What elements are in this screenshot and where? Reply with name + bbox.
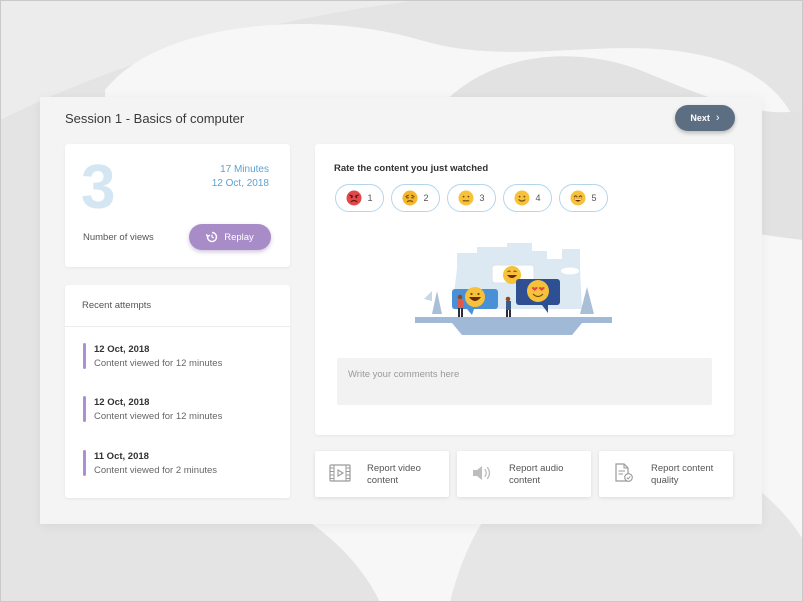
feedback-illustration: [415, 243, 612, 335]
rating-option-2[interactable]: 2: [391, 184, 440, 212]
views-panel: 3 17 Minutes 12 Oct, 2018 Number of view…: [65, 144, 290, 267]
rating-value: 1: [367, 193, 373, 203]
watch-date: 12 Oct, 2018: [211, 178, 269, 189]
attempt-marker: [83, 396, 86, 422]
report-quality-label: Report content quality: [651, 463, 714, 486]
report-video-button[interactable]: Report video content: [315, 451, 449, 497]
recent-attempts-header: Recent attempts: [65, 285, 290, 327]
grin-face-icon: [570, 190, 586, 206]
attempt-date: 11 Oct, 2018: [94, 451, 149, 462]
attempt-marker: [83, 343, 86, 369]
rating-value: 2: [423, 193, 429, 203]
attempt-date: 12 Oct, 2018: [94, 344, 150, 355]
rating-options: 1 2 3 4 5: [335, 184, 608, 212]
neutral-face-icon: [458, 190, 474, 206]
views-meta: 17 Minutes 12 Oct, 2018: [212, 163, 269, 191]
recent-attempts-panel: Recent attempts 12 Oct, 2018 Content vie…: [65, 285, 290, 498]
rating-title: Rate the content you just watched: [334, 163, 489, 174]
film-icon: [329, 464, 351, 482]
report-quality-button[interactable]: Report content quality: [599, 451, 733, 497]
watch-duration: 17 Minutes: [220, 164, 269, 175]
attempt-desc: Content viewed for 2 minutes: [94, 465, 218, 476]
session-card: Session 1 - Basics of computer Next › 3 …: [40, 97, 762, 524]
comment-placeholder: Write your comments here: [348, 369, 460, 380]
chevron-right-icon: ›: [715, 112, 720, 124]
rating-option-5[interactable]: 5: [559, 184, 608, 212]
document-check-icon: [615, 463, 633, 482]
rating-value: 4: [535, 193, 541, 203]
report-audio-button[interactable]: Report audio content: [457, 451, 591, 497]
report-audio-label: Report audio content: [509, 463, 564, 486]
comment-input[interactable]: Write your comments here: [337, 358, 712, 405]
next-button[interactable]: Next ›: [675, 105, 735, 131]
slight-smile-face-icon: [514, 190, 530, 206]
rating-value: 5: [591, 193, 597, 203]
attempt-marker: [83, 450, 86, 476]
speaker-icon: [473, 466, 491, 480]
angry-face-icon: [346, 190, 362, 206]
rating-option-4[interactable]: 4: [503, 184, 552, 212]
rating-option-3[interactable]: 3: [447, 184, 496, 212]
replay-button[interactable]: Replay: [189, 224, 271, 250]
rating-option-1[interactable]: 1: [335, 184, 384, 212]
replay-icon: [206, 231, 218, 243]
attempt-date: 12 Oct, 2018: [94, 397, 150, 408]
replay-button-label: Replay: [224, 231, 254, 243]
attempt-desc: Content viewed for 12 minutes: [94, 411, 223, 422]
views-label: Number of views: [83, 232, 154, 243]
attempt-desc: Content viewed for 12 minutes: [94, 358, 223, 369]
next-button-label: Next: [690, 113, 710, 123]
views-count: 3: [81, 153, 116, 222]
rating-panel: Rate the content you just watched 1 2 3 …: [315, 144, 734, 435]
report-video-label: Report video content: [367, 463, 421, 486]
sad-face-icon: [402, 190, 418, 206]
session-title: Session 1 - Basics of computer: [65, 111, 245, 126]
rating-value: 3: [479, 193, 485, 203]
